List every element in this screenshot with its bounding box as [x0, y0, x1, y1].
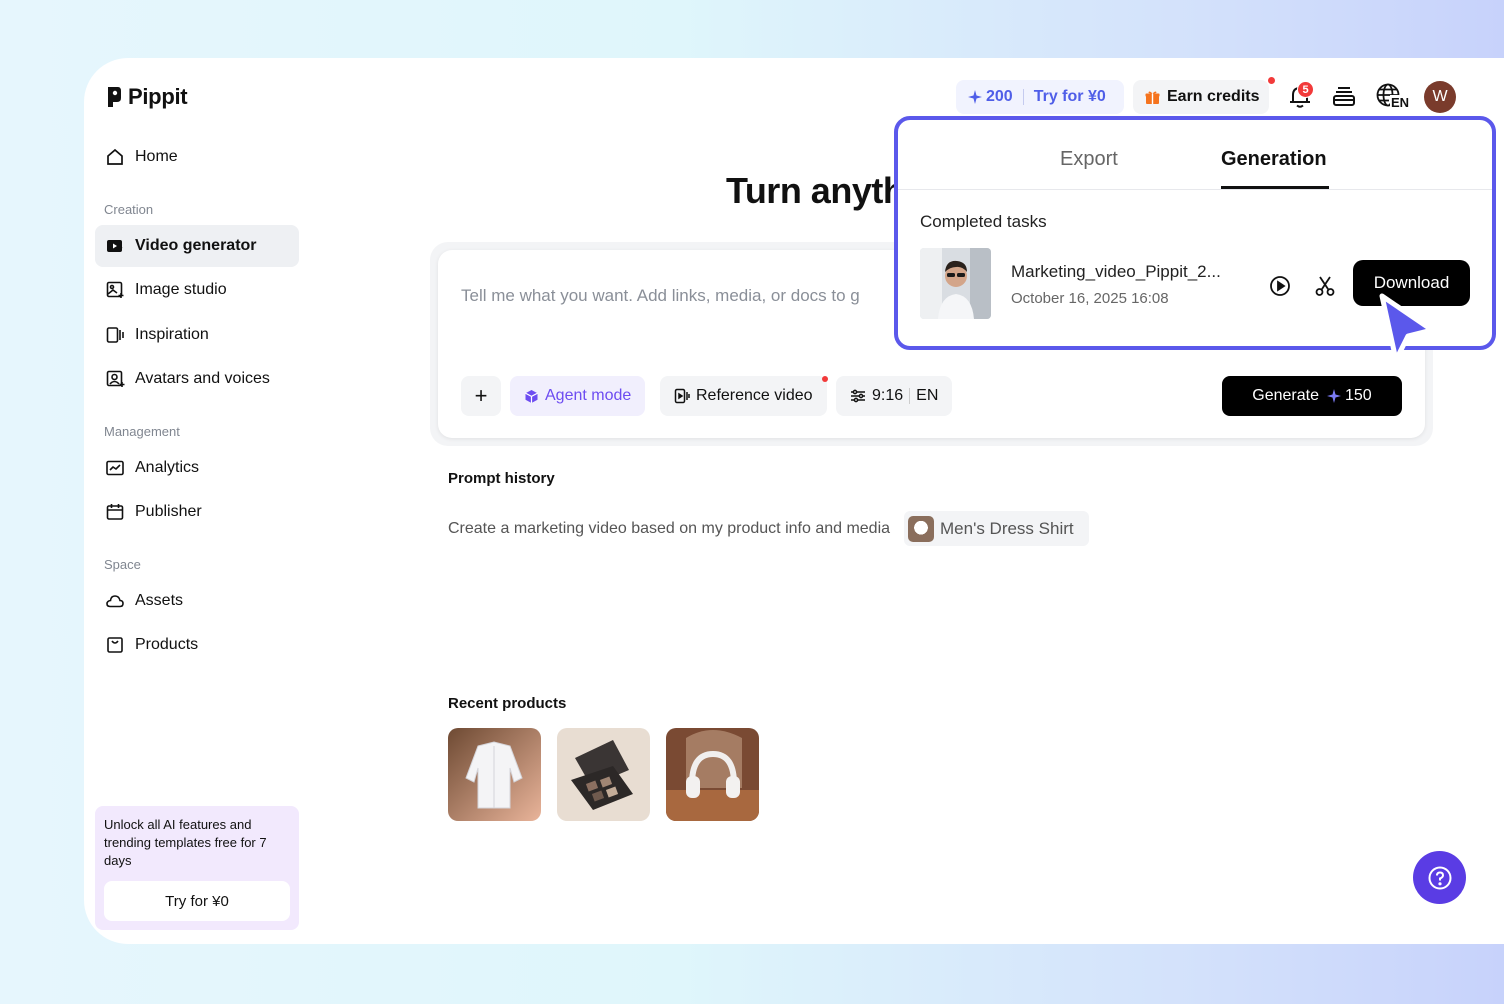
generate-cost: 150 [1345, 387, 1372, 404]
divider [1022, 89, 1024, 105]
divider [909, 388, 911, 404]
promo-try-button[interactable]: Try for ¥0 [104, 881, 290, 921]
credits-count: 200 [986, 88, 1013, 105]
sidebar-section-management: Management [104, 424, 180, 439]
language-value: EN [916, 387, 939, 404]
tab-generation[interactable]: Generation [1221, 148, 1327, 171]
sidebar-item-label: Video generator [135, 237, 257, 254]
sidebar-item-publisher[interactable]: Publisher [95, 491, 299, 533]
play-icon[interactable] [1269, 275, 1291, 297]
shirt-image [448, 728, 541, 821]
sidebar-item-label: Avatars and voices [135, 370, 270, 387]
sliders-icon [851, 389, 865, 403]
earn-credits-dot [1268, 77, 1275, 84]
product-reference-chip[interactable]: Men's Dress Shirt [904, 511, 1089, 546]
analytics-icon [106, 460, 124, 476]
sidebar-item-analytics[interactable]: Analytics [95, 447, 299, 489]
sidebar-item-label: Image studio [135, 281, 227, 298]
image-studio-icon [106, 281, 124, 298]
reference-video-dot [822, 376, 828, 382]
sidebar-item-label: Assets [135, 592, 184, 609]
sidebar-section-creation: Creation [104, 202, 154, 217]
completed-tasks-title: Completed tasks [920, 212, 1047, 231]
reference-video-button[interactable]: Reference video [660, 376, 827, 416]
task-thumbnail[interactable] [920, 248, 991, 319]
promo-text: Unlock all AI features and trending temp… [104, 817, 267, 868]
pippit-logo-icon [108, 87, 121, 107]
video-thumbnail-image [920, 248, 991, 319]
user-avatar[interactable]: W [1424, 81, 1456, 113]
upgrade-promo-card: Unlock all AI features and trending temp… [95, 806, 299, 930]
product-box-icon [107, 637, 123, 653]
product-thumbnail-headphones[interactable] [666, 728, 759, 821]
sidebar-item-label: Publisher [135, 503, 202, 520]
active-tab-indicator [1221, 186, 1329, 189]
sparkle-icon [968, 90, 982, 104]
add-attachment-button[interactable]: + [461, 376, 501, 416]
brand-logo[interactable]: Pippit [106, 84, 188, 110]
aspect-ratio-value: 9:16 [872, 387, 904, 404]
sparkle-icon [1327, 389, 1341, 403]
sidebar-item-label: Analytics [135, 459, 200, 476]
calendar-icon [106, 504, 124, 520]
sidebar-item-inspiration[interactable]: Inspiration [95, 314, 299, 356]
sidebar-item-label: Inspiration [135, 326, 209, 343]
sidebar-item-label: Products [135, 636, 199, 653]
sidebar-item-avatars-voices[interactable]: Avatars and voices [95, 358, 299, 400]
popup-tabs: Export Generation [898, 120, 1492, 190]
eyeshadow-palette-image [557, 728, 650, 821]
tasks-stack-icon[interactable] [1330, 82, 1358, 110]
product-thumbnail-eyeshadow[interactable] [557, 728, 650, 821]
sidebar-item-video-generator[interactable]: Video generator [95, 225, 299, 267]
product-thumbnail-shirt[interactable] [448, 728, 541, 821]
task-name: Marketing_video_Pippit_2... [1011, 262, 1221, 281]
earn-credits-button[interactable]: Earn credits [1133, 80, 1269, 114]
mouse-cursor-icon [1379, 293, 1435, 363]
prompt-input[interactable]: Tell me what you want. Add links, media,… [461, 286, 860, 306]
home-icon [107, 148, 123, 165]
headphones-image [666, 728, 759, 821]
sidebar-section-space: Space [104, 557, 141, 572]
brand-name: Pippit [128, 84, 188, 109]
page-title: Turn anyth [726, 170, 905, 211]
shirt-thumbnail [908, 515, 934, 542]
prompt-history-title: Prompt history [448, 470, 555, 487]
gift-icon [1145, 90, 1160, 104]
notification-badge: 5 [1297, 81, 1314, 98]
question-icon [1428, 866, 1451, 889]
generate-label: Generate [1252, 387, 1319, 404]
reference-video-label: Reference video [696, 387, 813, 404]
cube-icon [525, 389, 538, 403]
agent-mode-toggle[interactable]: Agent mode [510, 376, 646, 416]
task-date: October 16, 2025 16:08 [1011, 290, 1169, 307]
credits-pill[interactable]: 200 Try for ¥0 [956, 80, 1124, 114]
sidebar-item-label: Home [135, 148, 178, 165]
product-reference-label: Men's Dress Shirt [940, 518, 1074, 538]
inspiration-icon [106, 327, 124, 343]
sidebar-item-assets[interactable]: Assets [95, 580, 299, 622]
recent-products-title: Recent products [448, 695, 567, 712]
video-generator-icon [107, 240, 123, 252]
language-code: EN [1390, 95, 1411, 110]
settings-chip[interactable]: 9:16 EN [836, 376, 953, 416]
cloud-icon [106, 595, 124, 608]
sidebar-item-products[interactable]: Products [95, 624, 299, 666]
prompt-history-item[interactable]: Create a marketing video based on my pro… [448, 520, 890, 538]
avatar-icon [106, 370, 125, 387]
earn-credits-label: Earn credits [1167, 88, 1260, 105]
scissors-edit-icon[interactable] [1314, 275, 1336, 297]
plus-icon: + [474, 383, 488, 408]
help-button[interactable] [1413, 851, 1466, 904]
sidebar-item-image-studio[interactable]: Image studio [95, 269, 299, 311]
agent-mode-label: Agent mode [545, 387, 632, 404]
sidebar-item-home[interactable]: Home [95, 136, 299, 178]
reference-video-icon [674, 388, 690, 404]
tab-export[interactable]: Export [1060, 148, 1118, 171]
generate-button[interactable]: Generate 150 [1222, 376, 1402, 416]
try-free-link[interactable]: Try for ¥0 [1034, 88, 1106, 106]
